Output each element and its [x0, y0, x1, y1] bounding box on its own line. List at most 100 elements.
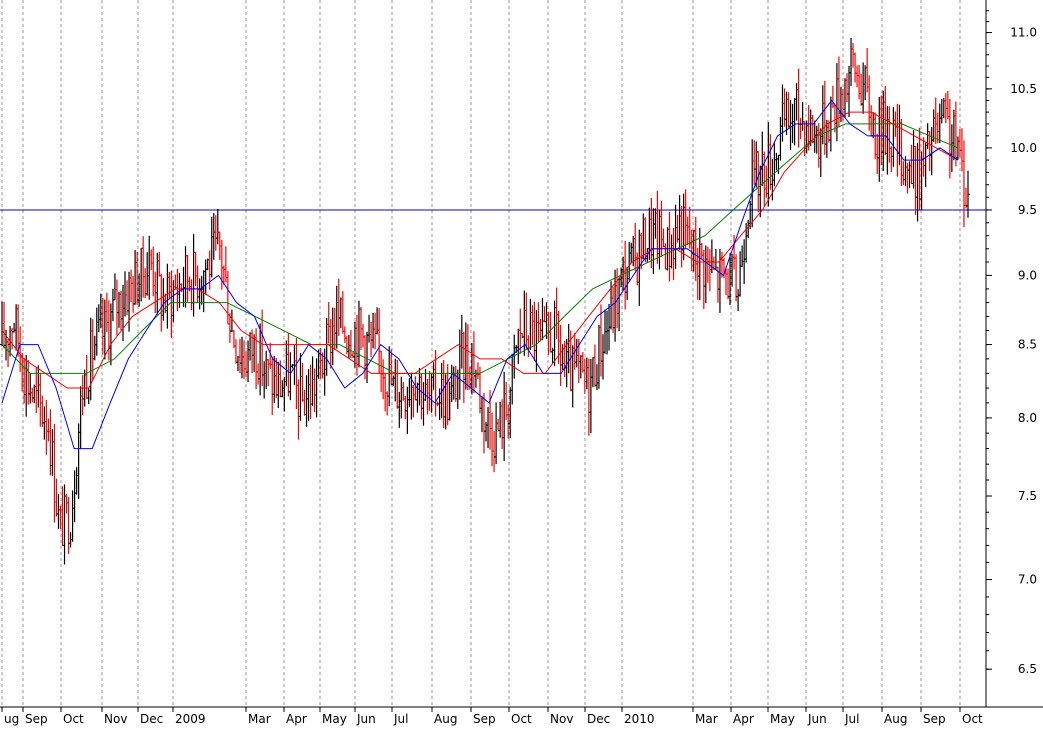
x-tick-label: Sep	[25, 712, 48, 726]
ohlc-bar	[961, 140, 966, 228]
ohlc-bar	[149, 249, 154, 271]
ohlc-bar	[74, 466, 79, 495]
ohlc-bar	[752, 140, 757, 185]
ohlc-bar	[322, 348, 327, 396]
x-tick-label: Dec	[587, 712, 610, 726]
ohlc-bar	[340, 291, 345, 334]
ohlc-bar	[399, 376, 404, 419]
ohlc-bar	[108, 303, 113, 366]
ohlc-bar	[66, 497, 71, 554]
ohlc-bar	[246, 340, 251, 383]
moving-average-mid	[1, 111, 959, 389]
ohlc-bar	[760, 131, 765, 187]
ohlc-bar	[657, 209, 662, 270]
ohlc-bar	[895, 103, 900, 177]
ohlc-bar	[532, 301, 537, 361]
ohlc-bar	[58, 505, 63, 530]
ohlc-bar	[264, 350, 269, 390]
ohlc-bar	[379, 350, 384, 393]
ohlc-bar	[842, 78, 847, 118]
ohlc-bar	[768, 134, 773, 190]
ohlc-bar	[209, 216, 214, 278]
ohlc-bar	[387, 346, 392, 407]
x-tick-label: 2009	[175, 712, 206, 726]
y-tick-label: 11.0	[1010, 26, 1037, 40]
y-tick-label: 6.5	[1018, 662, 1037, 676]
ohlc-bar	[419, 373, 424, 420]
ohlc-bar	[875, 133, 880, 175]
ohlc-bar	[879, 95, 884, 166]
ohlc-bar	[326, 302, 331, 344]
ohlc-bar	[38, 372, 43, 427]
ohlc-bar	[475, 362, 480, 379]
ohlc-bar	[280, 380, 285, 398]
ohlc-bar	[520, 333, 525, 339]
x-tick-label: May	[322, 712, 347, 726]
ohlc-bar	[887, 106, 892, 163]
ohlc-bar	[738, 251, 743, 297]
ohlc-bar	[649, 197, 654, 268]
y-tick-label: 9.5	[1018, 203, 1037, 217]
ohlc-bar	[86, 387, 91, 405]
ohlc-bar	[189, 279, 194, 311]
x-tick-label: Jun	[356, 712, 376, 726]
x-tick-label: Jul	[844, 712, 859, 726]
ohlc-bar	[582, 358, 587, 394]
ohlc-bar	[161, 278, 166, 321]
ohlc-bar	[594, 364, 599, 390]
ohlc-bar	[865, 48, 870, 93]
ohlc-bar	[70, 490, 75, 542]
ohlc-bar	[820, 85, 825, 145]
ohlc-bar	[92, 335, 97, 361]
ohlc-bar	[574, 338, 579, 368]
ohlc-bar	[933, 97, 938, 144]
ohlc-bar	[6, 338, 11, 368]
ohlc-bar	[530, 305, 535, 345]
ohlc-bar	[586, 358, 591, 436]
ohlc-bar	[56, 494, 61, 529]
x-tick-label: Sep	[473, 712, 496, 726]
ohlc-bar	[871, 112, 876, 139]
ohlc-bar	[427, 371, 432, 411]
ohlc-bar	[784, 91, 789, 135]
ohlc-bar	[296, 379, 301, 440]
ohlc-bar	[298, 353, 303, 421]
ohlc-bar	[929, 126, 934, 176]
ohlc-bar	[294, 338, 299, 410]
ohlc-bar	[681, 193, 686, 261]
ohlc-bar	[524, 292, 529, 350]
ohlc-bar	[175, 268, 180, 312]
ohlc-bar	[726, 268, 731, 300]
x-tick-label: Apr	[733, 712, 754, 726]
ohlc-bar	[623, 240, 628, 310]
ohlc-bar	[385, 391, 390, 416]
ohlc-bar	[203, 259, 208, 295]
ohlc-bar	[778, 116, 783, 161]
ohlc-bar	[851, 43, 856, 68]
ohlc-bar	[481, 392, 486, 454]
ohlc-bar	[667, 211, 672, 282]
ohlc-bar	[796, 68, 801, 148]
ohlc-bar	[306, 369, 311, 421]
ohlc-bar	[274, 357, 279, 398]
ohlc-bar	[32, 384, 37, 404]
ohlc-bar	[736, 289, 741, 311]
ohlc-bar	[151, 246, 156, 297]
ohlc-bar	[328, 319, 333, 369]
ohlc-bar	[794, 82, 799, 121]
ohlc-bar	[129, 269, 134, 303]
ohlc-bar	[471, 331, 476, 394]
ohlc-bar	[492, 431, 497, 473]
ohlc-bar	[504, 381, 509, 420]
ohlc-bar	[953, 101, 958, 167]
ohlc-bar	[617, 277, 622, 332]
ohlc-bar	[605, 310, 610, 355]
ohlc-bar	[734, 254, 739, 302]
ohlc-bar	[26, 359, 31, 405]
ohlc-bar	[282, 377, 287, 412]
ohlc-bar	[671, 227, 676, 281]
ohlc-bar	[242, 340, 247, 379]
ohlc-bar	[861, 62, 866, 114]
ohlc-bar	[141, 236, 146, 298]
ohlc-bar	[276, 361, 281, 409]
